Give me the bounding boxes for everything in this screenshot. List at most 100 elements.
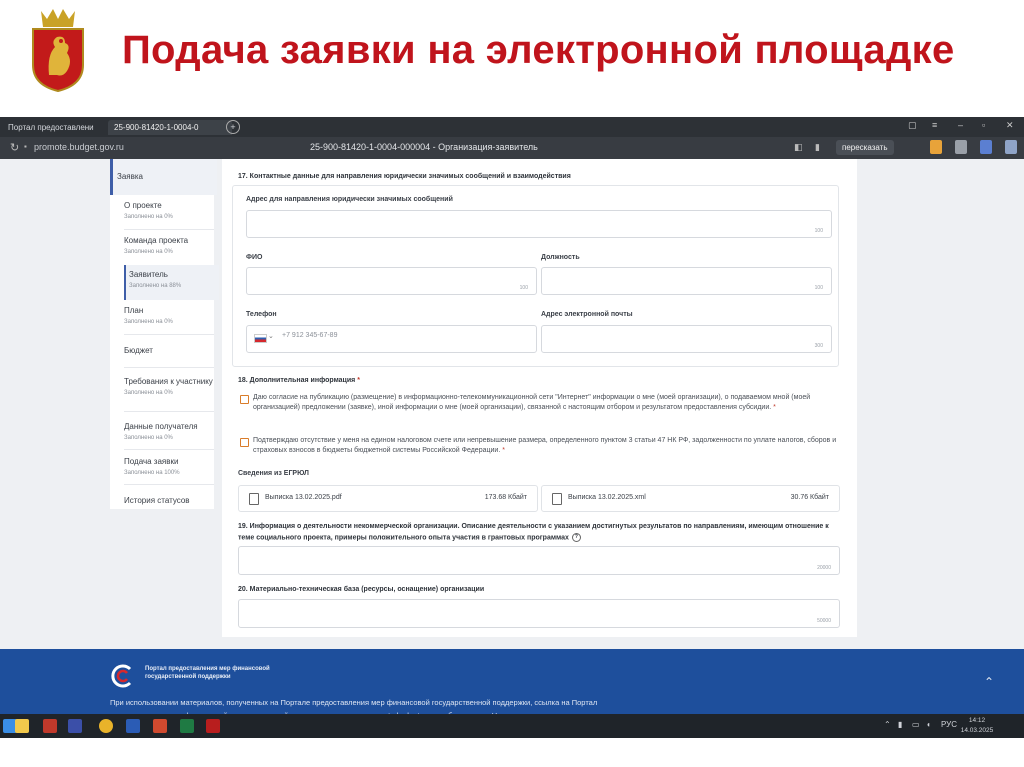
section-17-heading: 17. Контактные данные для направления юр… xyxy=(238,173,571,180)
address-label: Адрес для направления юридически значимы… xyxy=(246,196,453,203)
section-19-heading-line2: теме социального проекта, примеры положи… xyxy=(238,533,581,542)
new-tab-button[interactable]: + xyxy=(226,120,240,134)
clock[interactable]: 14:12 14.03.2025 xyxy=(960,716,994,736)
material-base-input[interactable]: 50000 xyxy=(238,599,840,628)
sidebar-item-label: Команда проекта xyxy=(124,236,189,245)
nko-activity-input[interactable]: 20000 xyxy=(238,546,840,575)
consent-publication-text: Даю согласие на публикацию (размещение) … xyxy=(253,393,838,413)
pdf-reader-icon[interactable] xyxy=(206,719,220,733)
bookmark-icon[interactable]: ▮ xyxy=(815,142,820,153)
office-icon[interactable] xyxy=(43,719,57,733)
file-size: 30.76 Кбайт xyxy=(790,494,829,501)
menu-icon[interactable]: ≡ xyxy=(932,120,937,130)
sidebar-item-plan[interactable]: План Заполнено на 0% xyxy=(124,306,214,327)
slide-title: Подача заявки на электронной площадке xyxy=(122,28,955,72)
file-egrul-pdf[interactable]: Выписка 13.02.2025.pdf 173.68 Кбайт xyxy=(238,485,538,512)
sidebar-item-progress: Заполнено на 0% xyxy=(124,435,173,441)
sidebar-item-progress: Заполнено на 0% xyxy=(124,319,173,325)
microphone-icon[interactable]: ▮ xyxy=(898,720,902,729)
excel-icon[interactable] xyxy=(180,719,194,733)
folder-icon[interactable] xyxy=(15,719,29,733)
page-title-in-bar: 25-900-81420-1-0004-000004 - Организация… xyxy=(310,142,538,152)
lock-icon: ▪ xyxy=(24,142,27,151)
url-field[interactable]: promote.budget.gov.ru xyxy=(34,142,124,152)
sidebar-item-progress: Заполнено на 0% xyxy=(124,214,173,220)
os-taskbar: ⌃ ▮ ▭ ◖ РУС 14:12 14.03.2025 xyxy=(0,714,1024,738)
browser-tab-bar: Портал предоставлени 25-900-81420-1-0004… xyxy=(0,117,1024,137)
divider xyxy=(124,411,214,412)
network-icon[interactable]: ▭ xyxy=(912,720,920,729)
sidebar-item-history[interactable]: История статусов xyxy=(124,496,214,506)
yandex-browser-icon[interactable] xyxy=(68,719,82,733)
restore-icon[interactable]: ▫ xyxy=(982,120,985,130)
address-input[interactable]: 100 xyxy=(246,210,832,238)
consent-no-debt-checkbox[interactable] xyxy=(240,438,249,447)
minimize-icon[interactable]: – xyxy=(958,120,963,130)
portal-logo-icon xyxy=(111,664,132,688)
chrome-icon[interactable] xyxy=(99,719,113,733)
char-counter: 20000 xyxy=(817,565,831,571)
language-indicator[interactable]: РУС xyxy=(941,720,957,729)
section-18-title: 18. Дополнительная информация xyxy=(238,377,356,384)
consent-publication-checkbox[interactable] xyxy=(240,395,249,404)
sidebar-item-label: План xyxy=(124,306,144,315)
close-icon[interactable]: ✕ xyxy=(1006,120,1014,131)
divider xyxy=(124,229,214,230)
sidebar-item-label: Данные получателя xyxy=(124,422,198,431)
help-icon[interactable]: ? xyxy=(571,533,581,542)
sidebar-item-label: История статусов xyxy=(124,496,190,505)
browser-screenshot: Портал предоставлени 25-900-81420-1-0004… xyxy=(0,117,1024,738)
email-label: Адрес электронной почты xyxy=(541,311,633,318)
section-18-heading: 18. Дополнительная информация * xyxy=(238,377,360,384)
consent-no-debt-text: Подтверждаю отсутствие у меня на едином … xyxy=(253,436,838,456)
clock-time: 14:12 xyxy=(968,717,986,724)
sidebar-item-budget[interactable]: Бюджет xyxy=(124,346,214,356)
phone-input[interactable]: ⌄ +7 912 345-67-89 xyxy=(246,325,537,353)
sidebar-item-recipient[interactable]: Данные получателя Заполнено на 0% xyxy=(124,422,214,443)
tray-expand-icon[interactable]: ⌃ xyxy=(884,720,891,729)
window-icon[interactable]: ▢ xyxy=(908,120,917,131)
fio-input[interactable]: 100 xyxy=(246,267,537,295)
phone-label: Телефон xyxy=(246,311,277,318)
powerpoint-icon[interactable] xyxy=(153,719,167,733)
settings-icon[interactable] xyxy=(955,140,967,154)
reload-icon[interactable]: ↻ xyxy=(10,141,19,154)
file-egrul-xml[interactable]: Выписка 13.02.2025.xml 30.76 Кбайт xyxy=(541,485,840,512)
download-icon[interactable] xyxy=(980,140,992,154)
file-icon xyxy=(249,493,259,505)
tab-application[interactable]: 25-900-81420-1-0004-0 xyxy=(108,120,232,135)
profile-icon[interactable] xyxy=(1005,140,1017,154)
word-icon[interactable] xyxy=(126,719,140,733)
puzzle-icon[interactable] xyxy=(930,140,942,154)
volume-icon[interactable]: ◖ xyxy=(926,720,931,729)
chevron-down-icon[interactable]: ⌄ xyxy=(268,332,274,340)
retell-button[interactable]: пересказать xyxy=(836,140,894,155)
position-input[interactable]: 100 xyxy=(541,267,832,295)
fio-label: ФИО xyxy=(246,254,263,261)
address-bar: ↻ ▪ promote.budget.gov.ru 25-900-81420-1… xyxy=(0,137,1024,159)
russia-flag-icon[interactable] xyxy=(254,334,267,343)
char-counter: 300 xyxy=(814,343,823,349)
tab-portal[interactable]: Портал предоставлени xyxy=(2,120,110,135)
sidebar-item-application[interactable]: Заявка xyxy=(110,159,217,195)
section-19-title: теме социального проекта, примеры положи… xyxy=(238,534,569,542)
extension-icon[interactable]: ◧ xyxy=(794,142,803,153)
position-label: Должность xyxy=(541,254,580,261)
divider xyxy=(124,449,214,450)
sidebar-item-progress: Заполнено на 88% xyxy=(129,283,182,289)
char-counter: 50000 xyxy=(817,618,831,624)
sidebar-item-label: Заявитель xyxy=(129,270,168,279)
section-19-heading-line1: 19. Информация о деятельности некоммерче… xyxy=(238,523,829,530)
email-input[interactable]: 300 xyxy=(541,325,832,353)
slide-header: Подача заявки на электронной площадке xyxy=(0,0,1024,108)
sidebar-item-about[interactable]: О проекте Заполнено на 0% xyxy=(124,201,214,222)
sidebar-item-label: Бюджет xyxy=(124,346,153,355)
required-mark: * xyxy=(773,404,776,411)
char-counter: 100 xyxy=(814,285,823,291)
sidebar-item-applicant[interactable]: Заявитель Заполнено на 88% xyxy=(124,265,219,300)
sidebar-item-submit[interactable]: Подача заявки Заполнено на 100% xyxy=(124,457,214,478)
sidebar-item-team[interactable]: Команда проекта Заполнено на 0% xyxy=(124,236,214,257)
sidebar-item-requirements[interactable]: Требования к участнику Заполнено на 0% xyxy=(124,377,214,398)
sidebar-top-label: Заявка xyxy=(117,172,143,181)
scroll-up-icon[interactable]: ⌃ xyxy=(984,675,994,689)
